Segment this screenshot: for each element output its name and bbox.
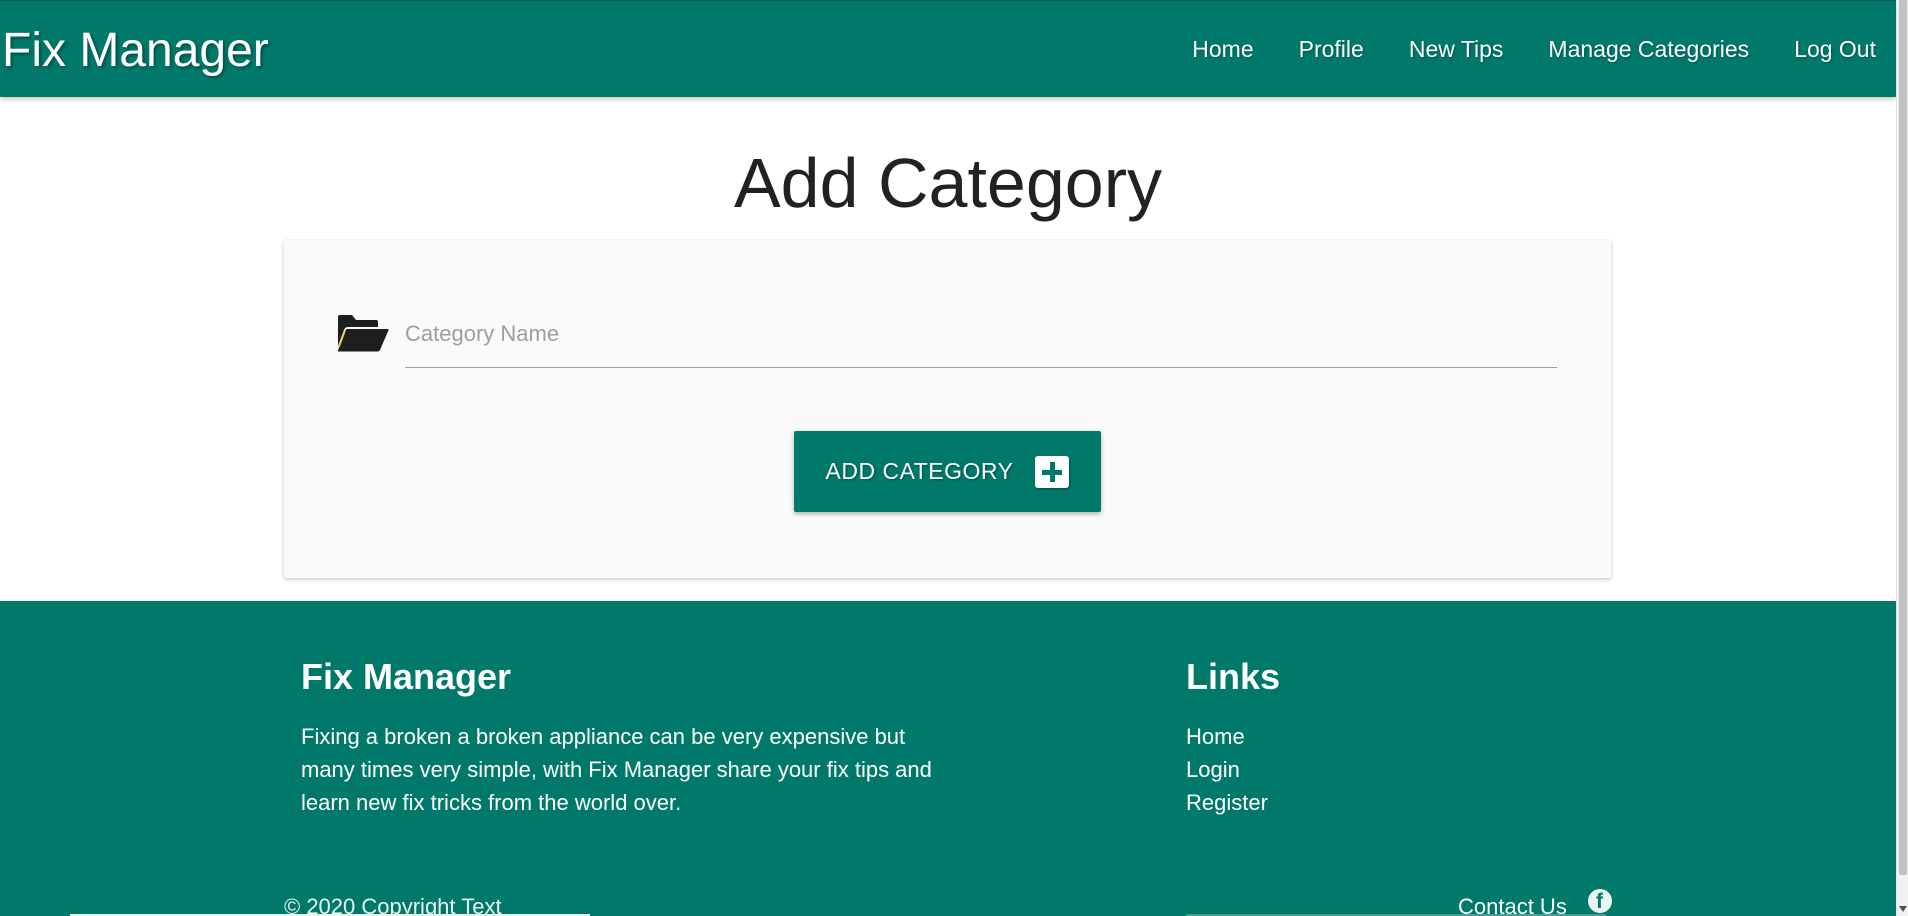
nav-home[interactable]: Home — [1192, 36, 1253, 63]
nav-profile[interactable]: Profile — [1299, 36, 1364, 63]
footer-links: Home Login Register — [1186, 720, 1268, 819]
contact-us-link[interactable]: Contact Us — [1458, 893, 1567, 916]
scrollbar-thumb[interactable] — [1899, 0, 1907, 875]
nav-log-out[interactable]: Log Out — [1794, 36, 1876, 63]
plus-square-icon — [1035, 455, 1070, 488]
category-name-input[interactable] — [405, 300, 1557, 367]
brand-logo[interactable]: Fix Manager — [2, 23, 269, 79]
footer-link-register[interactable]: Register — [1186, 786, 1268, 819]
footer: Fix Manager Fixing a broken a broken app… — [0, 601, 1896, 916]
page: Fix Manager Home Profile New Tips Manage… — [0, 0, 1896, 916]
copyright-text: © 2020 Copyright Text — [284, 894, 502, 916]
folder-open-icon — [337, 315, 389, 352]
page-title: Add Category — [733, 144, 1163, 222]
footer-links-title: Links — [1186, 656, 1281, 697]
add-category-button[interactable]: ADD CATEGORY — [794, 431, 1101, 512]
footer-link-login[interactable]: Login — [1186, 753, 1268, 786]
footer-title: Fix Manager — [301, 656, 512, 697]
facebook-icon[interactable]: f — [1588, 889, 1612, 913]
scroll-down-arrow-icon[interactable] — [1899, 906, 1907, 912]
add-category-form-card: ADD CATEGORY — [284, 240, 1611, 578]
vertical-scrollbar[interactable] — [1896, 0, 1908, 916]
category-name-field — [405, 300, 1557, 368]
nav-links: Home Profile New Tips Manage Categories … — [1147, 1, 1876, 98]
footer-link-home[interactable]: Home — [1186, 720, 1268, 753]
navbar: Fix Manager Home Profile New Tips Manage… — [0, 0, 1896, 97]
nav-new-tips[interactable]: New Tips — [1409, 36, 1504, 63]
nav-manage-categories[interactable]: Manage Categories — [1548, 36, 1749, 63]
footer-description: Fixing a broken a broken appliance can b… — [301, 724, 932, 815]
add-category-button-label: ADD CATEGORY — [825, 458, 1014, 484]
